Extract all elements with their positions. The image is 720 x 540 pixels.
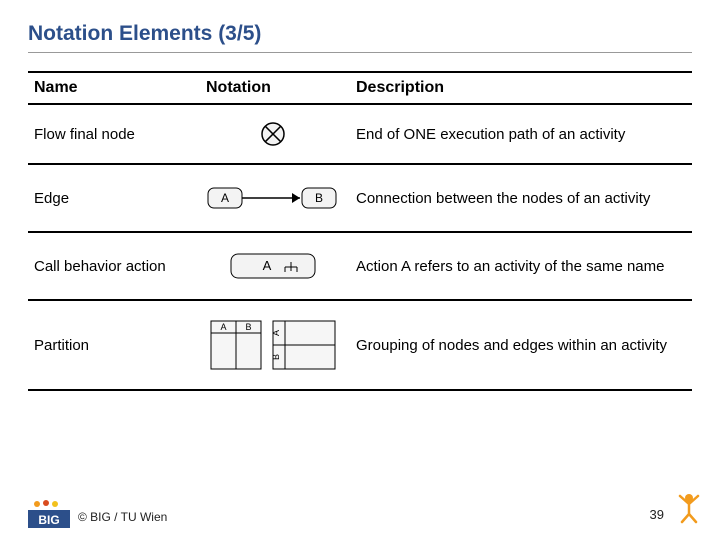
row-name: Edge	[28, 164, 200, 232]
table-row: Flow final node End of ONE execution pat…	[28, 104, 692, 164]
svg-text:A: A	[221, 191, 229, 205]
page-number: 39	[650, 507, 664, 522]
row-name: Flow final node	[28, 104, 200, 164]
row-description: End of ONE execution path of an activity	[350, 104, 692, 164]
flow-final-node-icon	[260, 121, 286, 147]
copyright-text: © BIG / TU Wien	[78, 510, 167, 528]
row-description: Action A refers to an activity of the sa…	[350, 232, 692, 300]
svg-text:A: A	[263, 258, 272, 273]
row-description: Grouping of nodes and edges within an ac…	[350, 300, 692, 390]
row-description: Connection between the nodes of an activ…	[350, 164, 692, 232]
svg-text:BIG: BIG	[38, 513, 59, 527]
col-name-header: Name	[28, 72, 200, 104]
row-name: Partition	[28, 300, 200, 390]
svg-text:A: A	[271, 330, 281, 336]
col-notation-header: Notation	[200, 72, 350, 104]
partition-icon: A B A B	[207, 317, 339, 373]
call-behavior-action-icon: A	[225, 249, 321, 283]
svg-text:B: B	[245, 322, 251, 332]
row-name: Call behavior action	[28, 232, 200, 300]
edge-icon: A B	[206, 181, 340, 215]
table-row: Partition A B A B	[28, 300, 692, 390]
col-description-header: Description	[350, 72, 692, 104]
notation-table: Name Notation Description Flow final nod…	[28, 71, 692, 391]
corner-person-icon	[672, 490, 706, 524]
page-title: Notation Elements (3/5)	[28, 22, 692, 53]
table-row: Edge A B Connection between the nodes of…	[28, 164, 692, 232]
big-logo-icon: BIG	[28, 498, 70, 528]
table-row: Call behavior action A Action A refers t…	[28, 232, 692, 300]
svg-text:A: A	[220, 322, 226, 332]
svg-text:B: B	[315, 191, 323, 205]
svg-text:B: B	[271, 354, 281, 360]
